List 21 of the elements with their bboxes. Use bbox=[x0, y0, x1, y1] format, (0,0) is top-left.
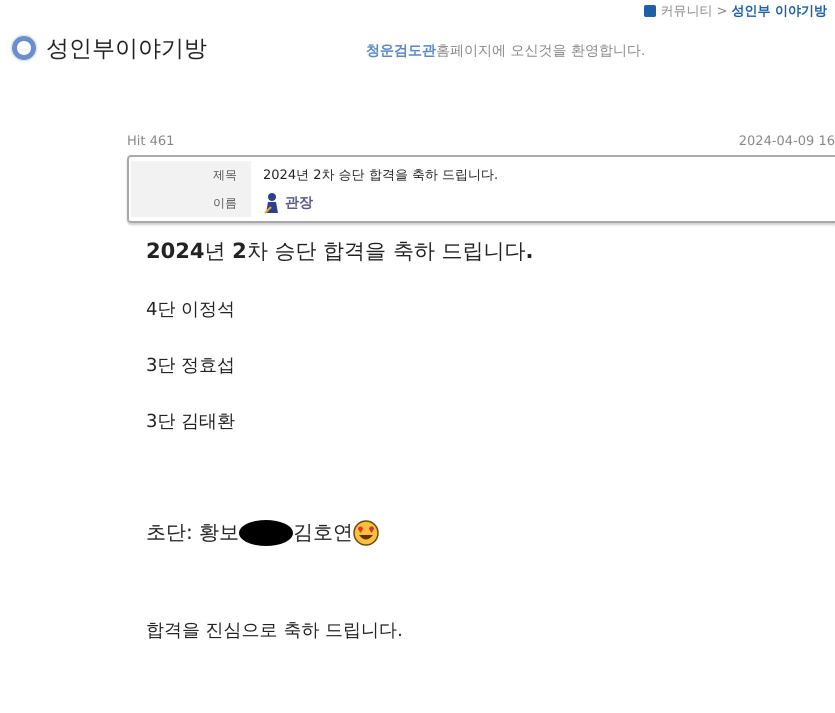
heart-eyes-emoji-icon bbox=[353, 520, 380, 546]
body-text: 3단 김태환 bbox=[146, 410, 236, 433]
welcome-text: 청운검도관홈페이지에 오신것을 환영합니다. bbox=[366, 42, 646, 60]
post-title: 2024년 2차 승단 합격을 축하 드립니다. bbox=[263, 167, 498, 184]
figure-icon bbox=[263, 192, 281, 214]
post-date: 2024-04-09 16 bbox=[738, 134, 835, 149]
post-heading: 2024년 2차 승단 합격을 축하 드립니다. bbox=[146, 238, 534, 265]
field-label: 이름 bbox=[131, 189, 251, 217]
breadcrumb-link[interactable]: 커뮤니티 > bbox=[660, 2, 728, 20]
field-label: 제목 bbox=[131, 161, 251, 189]
body-text: 초단: 황보 bbox=[146, 519, 240, 546]
body-text: 합격을 진심으로 축하 드립니다. bbox=[146, 619, 404, 642]
circle-icon bbox=[12, 36, 36, 60]
author-name[interactable]: 관장 bbox=[285, 194, 313, 212]
breadcrumb-current[interactable]: 성인부 이야기방 bbox=[731, 2, 827, 20]
board-title: 성인부이야기방 bbox=[46, 34, 208, 64]
body-text: 3단 정효섭 bbox=[146, 354, 236, 377]
body-text: 김호연 bbox=[293, 519, 354, 546]
body-text: 4단 이정석 bbox=[146, 298, 236, 321]
hit-count: Hit 461 bbox=[127, 134, 174, 149]
redaction-mark bbox=[239, 520, 294, 546]
